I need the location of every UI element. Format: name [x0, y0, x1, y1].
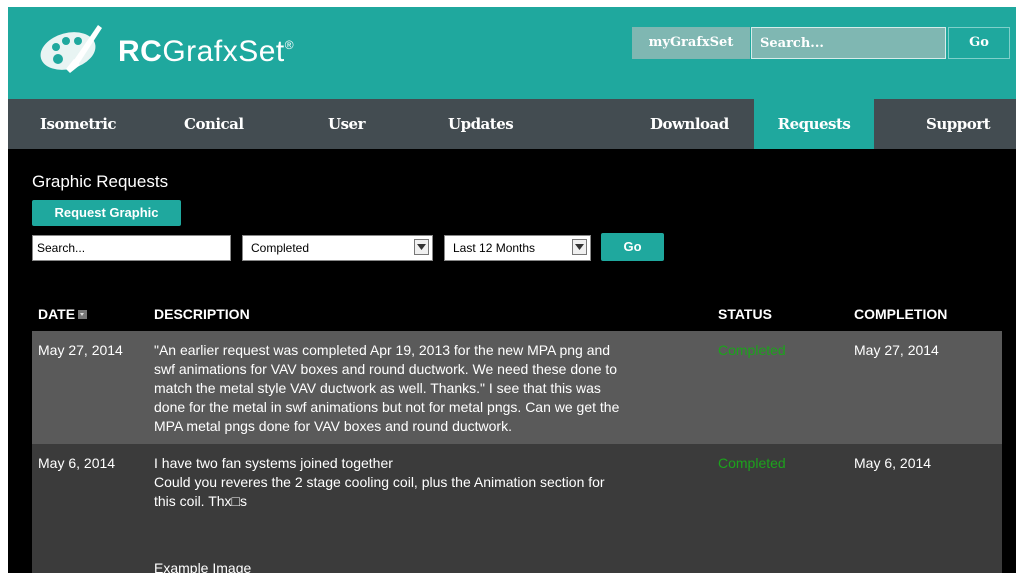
period-select[interactable]: Last 12 Months [444, 235, 591, 261]
column-header-completion: COMPLETION [854, 306, 948, 322]
brand-logo-text[interactable]: RCGrafxSet® [118, 37, 294, 67]
site-header: RCGrafxSet® myGrafxSet Go [8, 0, 1016, 99]
brand-bold: RC [118, 35, 163, 68]
description-line: Could you reveres the 2 stage cooling co… [154, 474, 605, 490]
row-date: May 27, 2014 [38, 342, 123, 358]
filter-search-input[interactable] [32, 235, 231, 261]
main-nav: Isometric Conical User Updates Download … [8, 99, 1016, 149]
header-go-button[interactable]: Go [948, 27, 1010, 59]
status-badge: Completed [718, 342, 786, 358]
nav-item-support[interactable]: Support [926, 99, 991, 149]
palette-logo-icon[interactable] [36, 19, 104, 75]
nav-item-download[interactable]: Download [650, 99, 729, 149]
description-line: MPA metal pngs done for VAV boxes and ro… [154, 418, 512, 434]
my-grafxset-link[interactable]: myGrafxSet [632, 27, 750, 59]
row-date: May 6, 2014 [38, 455, 116, 471]
example-image-label[interactable]: Example Image [154, 559, 714, 573]
column-header-description: DESCRIPTION [154, 306, 250, 322]
status-select[interactable]: Completed [242, 235, 433, 261]
table-row[interactable]: May 6, 2014 I have two fan systems joine… [32, 444, 1002, 573]
status-select-value: Completed [251, 241, 310, 255]
brand-rest: GrafxSet [162, 35, 285, 68]
column-header-date-label: DATE [38, 306, 76, 322]
row-completion-date: May 27, 2014 [854, 342, 939, 358]
nav-item-user[interactable]: User [328, 99, 365, 149]
row-description: "An earlier request was completed Apr 19… [154, 341, 714, 436]
table-row[interactable]: May 27, 2014 "An earlier request was com… [32, 331, 1002, 444]
description-line: I have two fan systems joined together [154, 455, 393, 471]
page-title: Graphic Requests [32, 172, 169, 191]
chevron-down-icon[interactable] [572, 239, 587, 255]
chevron-down-icon[interactable] [414, 239, 429, 255]
column-header-status: STATUS [718, 306, 772, 322]
nav-item-isometric[interactable]: Isometric [40, 99, 117, 149]
row-completion-date: May 6, 2014 [854, 455, 932, 471]
status-badge: Completed [718, 455, 786, 471]
page-frame: RCGrafxSet® myGrafxSet Go Isometric Coni… [8, 0, 1016, 573]
description-line: this coil. Thx□s [154, 493, 248, 509]
registered-mark: ® [284, 38, 295, 52]
description-line: done for the metal in swf animations but… [154, 399, 620, 415]
request-graphic-button[interactable]: Request Graphic [32, 200, 181, 226]
sort-desc-icon[interactable] [78, 309, 88, 319]
description-line: match the metal style VAV ductwork as we… [154, 380, 601, 396]
description-line: swf animations for VAV boxes and round d… [154, 361, 618, 377]
filter-go-button[interactable]: Go [601, 233, 664, 261]
nav-item-updates[interactable]: Updates [448, 99, 514, 149]
header-search-input[interactable] [751, 27, 946, 59]
column-header-date[interactable]: DATE [38, 306, 88, 322]
period-select-value: Last 12 Months [453, 241, 536, 255]
nav-item-conical[interactable]: Conical [184, 99, 244, 149]
nav-item-requests[interactable]: Requests [754, 99, 874, 149]
description-line: "An earlier request was completed Apr 19… [154, 342, 611, 358]
row-description: I have two fan systems joined together C… [154, 454, 714, 573]
